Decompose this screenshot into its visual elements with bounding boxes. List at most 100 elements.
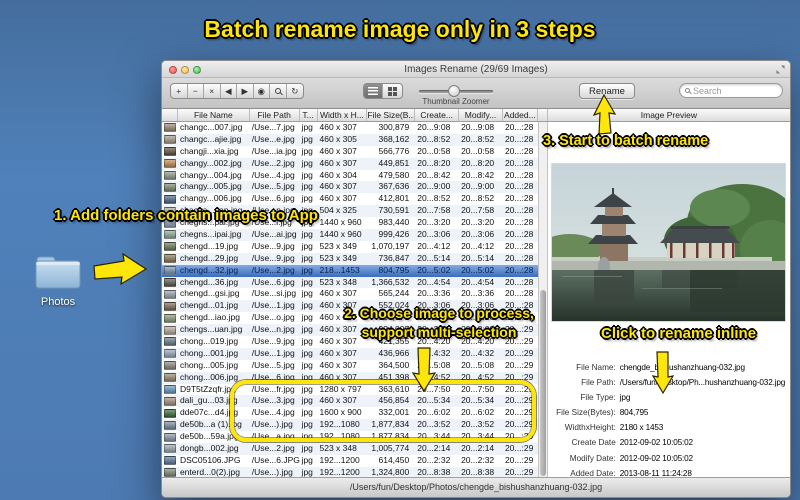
cell-dimensions: 460 x 307 bbox=[319, 288, 357, 299]
table-row[interactable]: changy...006.jpg/Use...6.jpg jpg 460 x 307… bbox=[162, 193, 538, 205]
fullscreen-icon[interactable] bbox=[775, 64, 786, 75]
column-thumb[interactable] bbox=[162, 109, 178, 121]
cell-type: jpg bbox=[301, 229, 313, 240]
thumb-cell bbox=[162, 395, 178, 407]
cell-added: 20...:28 bbox=[504, 145, 534, 156]
rename-button[interactable]: Rename bbox=[579, 83, 635, 99]
detail-value[interactable]: jpg bbox=[620, 393, 631, 402]
cell-modified: 20...5:02 bbox=[461, 264, 495, 275]
cell-modified: 20...3:20 bbox=[461, 217, 495, 228]
titlebar[interactable]: Images Rename (29/69 Images) bbox=[162, 61, 790, 78]
cell-file-size: 479,580 bbox=[378, 169, 410, 180]
refresh-button[interactable]: ↻ bbox=[287, 84, 304, 98]
detail-label: File Size(Bytes): bbox=[556, 408, 616, 418]
table-row[interactable]: DSC05106.JPG/Use...6.JPG jpg 192...1200 614… bbox=[162, 455, 538, 467]
thumb-cell bbox=[162, 170, 178, 182]
cell-modified: 20...7:58 bbox=[461, 205, 495, 216]
search-field[interactable] bbox=[679, 83, 783, 98]
search-button[interactable] bbox=[270, 84, 287, 98]
multi-selection-highlight-box bbox=[230, 380, 536, 442]
column-file-path[interactable]: File Path bbox=[250, 109, 300, 121]
column-added[interactable]: Added... bbox=[503, 109, 538, 121]
column-modify[interactable]: Modify... bbox=[459, 109, 503, 121]
file-thumbnail bbox=[163, 373, 176, 383]
cell-file-name: changy...004.jpg bbox=[179, 169, 242, 180]
cell-file-path: /Use...ai.jpg bbox=[251, 229, 297, 240]
preview-button[interactable]: ◉ bbox=[254, 84, 270, 98]
column-create[interactable]: Create... bbox=[415, 109, 460, 121]
cell-type: jpg bbox=[301, 454, 313, 465]
cell-added: 20...:29 bbox=[504, 454, 534, 465]
search-input[interactable] bbox=[693, 85, 773, 96]
vertical-scrollbar[interactable] bbox=[537, 122, 548, 479]
detail-value[interactable]: 804,795 bbox=[620, 408, 649, 417]
table-row[interactable]: changji...xia.jpg/Use...ia.jpg jpg 460 x 3… bbox=[162, 146, 538, 158]
detail-value[interactable]: chengde_bishushanzhuang-032.jpg bbox=[620, 363, 745, 372]
cell-file-name: changy...006.jpg bbox=[179, 193, 242, 204]
file-thumbnail bbox=[163, 182, 176, 192]
table-row[interactable]: chengd...19.jpg/Use...9.jpg jpg 523 x 349 1… bbox=[162, 241, 538, 253]
table-row[interactable]: dongb...002.jpg/Use...2.jpg jpg 523 x 348 1… bbox=[162, 443, 538, 455]
table-row[interactable]: changy...004.jpg/Use...4.jpg jpg 460 x 304… bbox=[162, 170, 538, 182]
table-row[interactable]: changc...007.jpg/Use...7.jpg jpg 460 x 307… bbox=[162, 122, 538, 134]
file-thumbnail bbox=[163, 396, 176, 406]
step2-line1: 2. Choose image to process, bbox=[344, 305, 534, 321]
magnifier-icon bbox=[274, 88, 281, 94]
cell-file-size: 449,851 bbox=[378, 157, 410, 168]
add-button[interactable]: + bbox=[171, 84, 188, 98]
detail-value[interactable]: 2180 x 1453 bbox=[620, 423, 664, 432]
file-thumbnail bbox=[163, 171, 176, 180]
grid-view-button[interactable] bbox=[383, 84, 402, 98]
file-thumbnail bbox=[163, 385, 176, 395]
table-row[interactable]: changc...ajie.jpg/Use...e.jpg jpg 460 x 30… bbox=[162, 133, 538, 146]
cell-file-size: 566,776 bbox=[378, 145, 410, 156]
detail-value[interactable]: 2012-09-02 10:05:02 bbox=[620, 454, 693, 463]
window-title: Images Rename (29/69 Images) bbox=[404, 64, 548, 75]
cell-added: 20...:28 bbox=[504, 122, 534, 132]
table-row[interactable]: chegns...ipai.jpg/Use...ai.jpg jpg 1440 x … bbox=[162, 229, 538, 241]
list-view-button[interactable] bbox=[364, 84, 383, 98]
detail-value[interactable]: 2012-09-02 10:05:02 bbox=[620, 438, 693, 447]
cell-dimensions: 1440 x 960 bbox=[319, 217, 362, 228]
next-button[interactable]: ▶ bbox=[237, 84, 254, 98]
detail-value[interactable]: /Users/fun/Desktop/Ph...hushanzhuang-032… bbox=[620, 378, 786, 387]
detail-label: Modify Date: bbox=[569, 453, 616, 463]
column-type[interactable]: T... bbox=[300, 109, 318, 121]
arrow-folder-to-app bbox=[93, 252, 148, 286]
detail-row: File Name: chengde_bishushanzhuang-032.jp… bbox=[548, 360, 790, 375]
table-row[interactable]: chengd...29.jpg/Use...9.jpg jpg 523 x 349 7… bbox=[162, 252, 538, 265]
delete-button[interactable]: × bbox=[204, 84, 221, 98]
table-row[interactable]: changy...005.jpg/Use...5.jpg jpg 460 x 307… bbox=[162, 181, 538, 194]
cell-type: jpg bbox=[301, 157, 313, 168]
table-row[interactable]: chengd...gsi.jpg/Use...si.jpg jpg 460 x 30… bbox=[162, 288, 538, 300]
file-thumbnail bbox=[163, 278, 176, 288]
cell-file-size: 614,450 bbox=[378, 454, 410, 465]
cell-added: 20...:28 bbox=[504, 229, 534, 240]
table-row[interactable]: chengd...36.jpg/Use...6.jpg jpg 523 x 348 1… bbox=[162, 276, 538, 289]
cell-modified: 20...9:00 bbox=[461, 181, 495, 192]
cell-dimensions: 1440 x 960 bbox=[319, 229, 362, 240]
cell-type: jpg bbox=[301, 264, 313, 275]
remove-button[interactable]: − bbox=[188, 84, 204, 98]
prev-button[interactable]: ◀ bbox=[221, 84, 237, 98]
table-row[interactable]: changy...002.jpg/Use...2.jpg jpg 460 x 307… bbox=[162, 157, 538, 170]
file-thumbnail bbox=[163, 456, 176, 466]
slider-thumb[interactable] bbox=[448, 85, 460, 97]
headline-annotation: Batch rename image only in 3 steps bbox=[204, 16, 596, 42]
cell-added: 20...:28 bbox=[504, 276, 534, 287]
cell-type: jpg bbox=[301, 240, 313, 251]
cell-modified: 20...9:08 bbox=[461, 122, 495, 132]
table-row[interactable]: chengd...32.jpg/Use...2.jpg jpg 218...1453… bbox=[162, 264, 538, 277]
column-file-name[interactable]: File Name bbox=[178, 109, 250, 121]
cell-file-path: /Use...ia.jpg bbox=[251, 145, 297, 156]
column-file-size[interactable]: File Size(B... bbox=[367, 109, 416, 121]
cell-created: 20...5:14 bbox=[417, 252, 451, 263]
cell-modified: 20...8:20 bbox=[461, 157, 495, 168]
table-row[interactable]: chong...001.jpg/Use...1.jpg jpg 460 x 307 4… bbox=[162, 347, 538, 360]
column-dimensions[interactable]: Width x H... bbox=[318, 109, 368, 121]
table-row[interactable]: chong...005.jpg/Use...5.jpg jpg 460 x 307 3… bbox=[162, 360, 538, 372]
cell-file-name: chengd...36.jpg bbox=[179, 276, 239, 287]
thumb-cell bbox=[162, 360, 178, 372]
cell-file-size: 983,440 bbox=[378, 217, 410, 228]
photos-folder-icon[interactable] bbox=[34, 252, 82, 292]
